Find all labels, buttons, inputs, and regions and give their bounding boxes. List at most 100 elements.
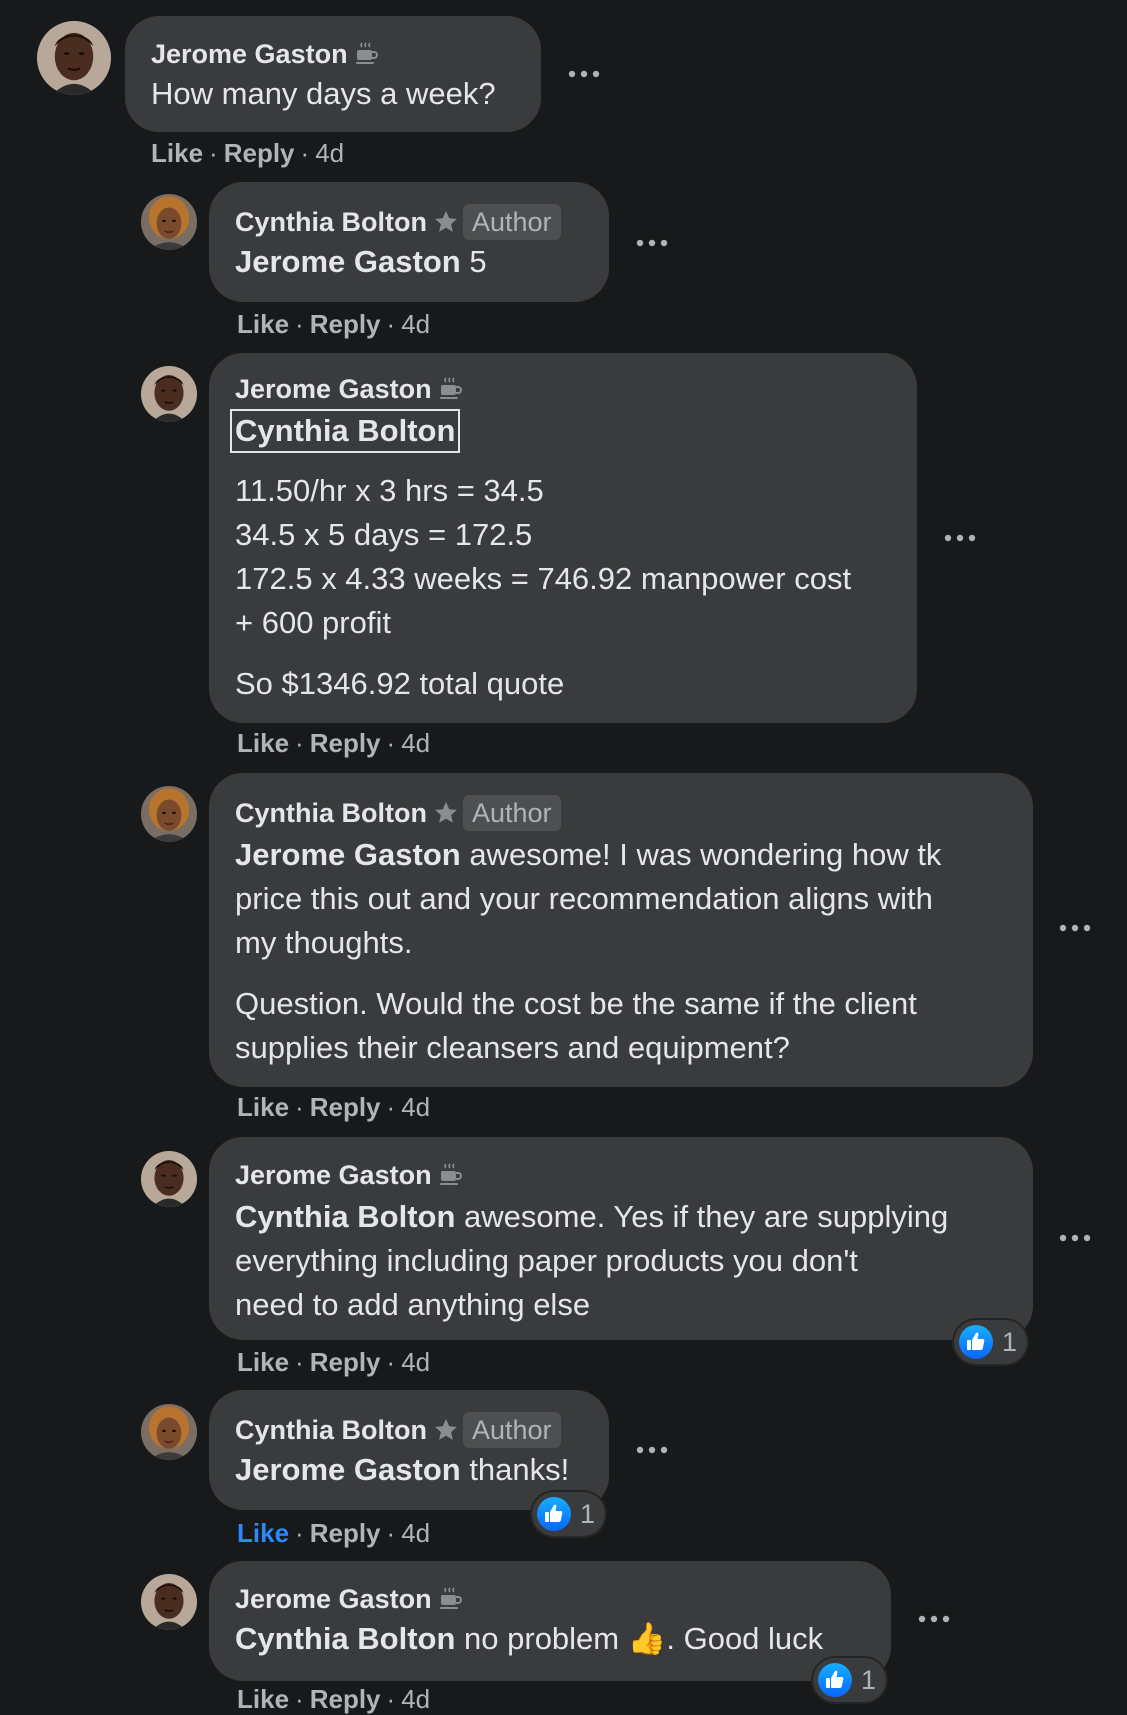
avatar[interactable] <box>141 1404 197 1460</box>
reply-button[interactable]: Reply <box>310 728 381 758</box>
reaction-summary[interactable]: 1 <box>532 1492 606 1536</box>
comment-text-body: no problem <box>455 1621 628 1656</box>
jerome-gaston-profile-picture <box>141 1574 197 1630</box>
coffee-cup-icon <box>438 1162 464 1188</box>
comment-text-line: supplies their cleansers and equipment? <box>235 1030 790 1065</box>
comment-timestamp[interactable]: 4d <box>401 1092 430 1122</box>
comment-text: Jerome Gaston awesome! I was wondering h… <box>235 833 1007 877</box>
author-badge: Author <box>462 204 561 240</box>
calculation-line: 11.50/hr x 3 hrs = 34.5 <box>235 473 544 508</box>
comment-text: Jerome Gaston 5 <box>235 242 583 282</box>
comment-text-body: thanks! <box>460 1452 570 1487</box>
comment-text-body: awesome! I was wondering how tk <box>460 837 942 872</box>
author-badge: Author <box>462 1412 561 1448</box>
comment-author-name[interactable]: Jerome Gaston <box>235 1584 432 1615</box>
more-options-icon[interactable] <box>942 531 978 545</box>
cynthia-bolton-profile-picture <box>141 1404 197 1460</box>
comment-timestamp[interactable]: 4d <box>401 1347 430 1377</box>
avatar[interactable] <box>141 786 197 842</box>
star-icon <box>433 800 459 826</box>
comment-actions: Like · Reply · 4d <box>237 1092 431 1122</box>
comment-text-body: 5 <box>460 244 487 279</box>
reaction-summary[interactable]: 1 <box>954 1320 1028 1364</box>
comment-bubble: Jerome Gaston How many days a week? <box>125 16 541 132</box>
more-options-icon[interactable] <box>566 67 602 81</box>
comment-timestamp[interactable]: 4d <box>401 728 430 758</box>
comment-text-line: price this out and your recommendation a… <box>235 881 933 916</box>
star-icon <box>433 1417 459 1443</box>
comment-text-body: awesome. Yes if they are supplying <box>455 1199 949 1234</box>
reply-button[interactable]: Reply <box>310 1092 381 1122</box>
comment-bubble: Cynthia Bolton Author Jerome Gaston awes… <box>209 773 1033 1087</box>
comment-actions: Like · Reply · 4d <box>237 309 431 339</box>
comment-author-name[interactable]: Cynthia Bolton <box>235 207 427 238</box>
reply-button[interactable]: Reply <box>310 309 381 339</box>
like-button[interactable]: Like <box>237 1518 289 1548</box>
comment-author-name[interactable]: Jerome Gaston <box>235 374 432 405</box>
cynthia-bolton-profile-picture <box>141 786 197 842</box>
coffee-cup-icon <box>354 41 380 67</box>
like-button[interactable]: Like <box>237 309 289 339</box>
comment-text-line: Question. Would the cost be the same if … <box>235 986 917 1021</box>
avatar[interactable] <box>37 21 111 95</box>
avatar[interactable] <box>141 1574 197 1630</box>
more-options-icon[interactable] <box>916 1612 952 1626</box>
avatar[interactable] <box>141 366 197 422</box>
comment-author-name[interactable]: Cynthia Bolton <box>235 798 427 829</box>
reaction-count: 1 <box>580 1498 596 1529</box>
avatar[interactable] <box>141 194 197 250</box>
comment-text-body: . Good luck <box>666 1621 824 1656</box>
comment-author-name[interactable]: Jerome Gaston <box>235 1160 432 1191</box>
avatar[interactable] <box>141 1151 197 1207</box>
like-reaction-icon <box>958 1324 994 1360</box>
comment-text-line: need to add anything else <box>235 1287 591 1322</box>
comment-timestamp[interactable]: 4d <box>401 1518 430 1548</box>
mention-link[interactable]: Cynthia Bolton <box>235 1621 455 1656</box>
more-options-icon[interactable] <box>634 236 670 250</box>
comment-timestamp[interactable]: 4d <box>315 138 344 168</box>
calculation-line: 172.5 x 4.33 weeks = 746.92 manpower cos… <box>235 561 852 596</box>
reaction-count: 1 <box>861 1664 877 1695</box>
jerome-gaston-profile-picture <box>37 21 111 95</box>
comment-timestamp[interactable]: 4d <box>401 309 430 339</box>
comment-author-name[interactable]: Cynthia Bolton <box>235 1415 427 1446</box>
mention-link[interactable]: Cynthia Bolton <box>230 409 461 453</box>
jerome-gaston-profile-picture <box>141 366 197 422</box>
cynthia-bolton-profile-picture <box>141 194 197 250</box>
comment-text: Jerome Gaston thanks! <box>235 1450 583 1490</box>
reply-button[interactable]: Reply <box>224 138 295 168</box>
mention-link[interactable]: Cynthia Bolton <box>235 1199 455 1234</box>
more-options-icon[interactable] <box>1057 921 1093 935</box>
mention-link[interactable]: Jerome Gaston <box>235 1452 461 1487</box>
reaction-count: 1 <box>1002 1326 1018 1357</box>
calculation-line: + 600 profit <box>235 605 391 640</box>
more-options-icon[interactable] <box>1057 1231 1093 1245</box>
like-button[interactable]: Like <box>237 1347 289 1377</box>
coffee-cup-icon <box>438 1586 464 1612</box>
comment-actions: Like · Reply · 4d <box>237 1347 431 1377</box>
like-button[interactable]: Like <box>237 728 289 758</box>
calculation-line: 34.5 x 5 days = 172.5 <box>235 517 533 552</box>
comment-actions: Like · Reply · 4d <box>237 1518 431 1548</box>
comment-bubble: Cynthia Bolton Author Jerome Gaston 5 <box>209 182 609 302</box>
comment-bubble: Jerome Gaston Cynthia Bolton 11.50/hr x … <box>209 353 917 723</box>
comment-author-name[interactable]: Jerome Gaston <box>151 39 348 70</box>
reaction-summary[interactable]: 1 <box>813 1658 887 1702</box>
like-reaction-icon <box>536 1496 572 1532</box>
like-button[interactable]: Like <box>237 1092 289 1122</box>
comment-text-line: everything including paper products you … <box>235 1243 858 1278</box>
comment-text-line: my thoughts. <box>235 925 413 960</box>
total-quote-text: So $1346.92 total quote <box>235 666 565 701</box>
comment-text: Cynthia Bolton awesome. Yes if they are … <box>235 1195 1007 1239</box>
jerome-gaston-profile-picture <box>141 1151 197 1207</box>
like-button[interactable]: Like <box>151 138 203 168</box>
mention-link[interactable]: Jerome Gaston <box>235 837 461 872</box>
reply-button[interactable]: Reply <box>310 1347 381 1377</box>
comment-bubble: Jerome Gaston Cynthia Bolton no problem … <box>209 1561 891 1681</box>
comment-text: How many days a week? <box>151 76 496 111</box>
comment-text: Cynthia Bolton no problem 👍. Good luck <box>235 1619 865 1659</box>
more-options-icon[interactable] <box>634 1443 670 1457</box>
reply-button[interactable]: Reply <box>310 1518 381 1548</box>
mention-link[interactable]: Jerome Gaston <box>235 244 461 279</box>
thumbs-up-emoji: 👍 <box>627 1621 667 1656</box>
